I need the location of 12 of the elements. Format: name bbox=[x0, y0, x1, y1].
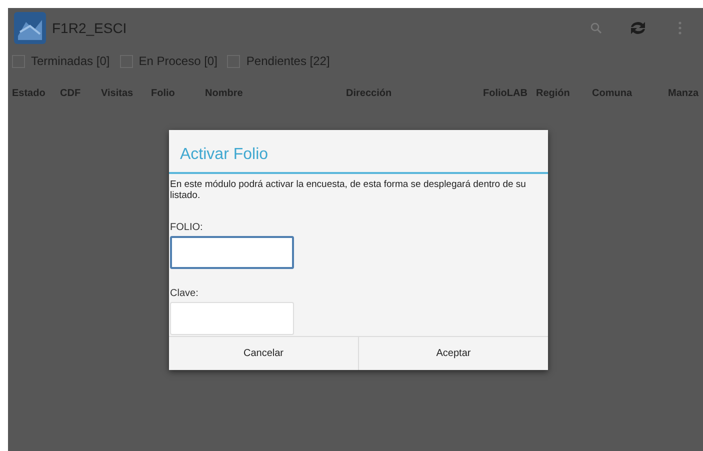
dialog-title: Activar Folio bbox=[169, 130, 548, 174]
dialog-message: En este módulo podrá activar la encuesta, de esta forma se desplegará dentro de su listado. bbox=[169, 178, 527, 201]
input-field[interactable] bbox=[170, 236, 294, 269]
dialog-button[interactable]: Cancelar bbox=[169, 337, 358, 370]
app-title: F1R2_ESCI bbox=[52, 20, 128, 36]
field-label: FOLIO: bbox=[170, 222, 204, 233]
filter-label: Terminadas [0] bbox=[31, 54, 110, 68]
filter-label: En Proceso [0] bbox=[138, 54, 218, 68]
dialog-button[interactable]: Aceptar bbox=[358, 337, 548, 370]
field-label: Clave: bbox=[170, 288, 200, 299]
app-logo-icon bbox=[14, 12, 46, 44]
filter-label: Pendientes [22] bbox=[246, 54, 330, 68]
